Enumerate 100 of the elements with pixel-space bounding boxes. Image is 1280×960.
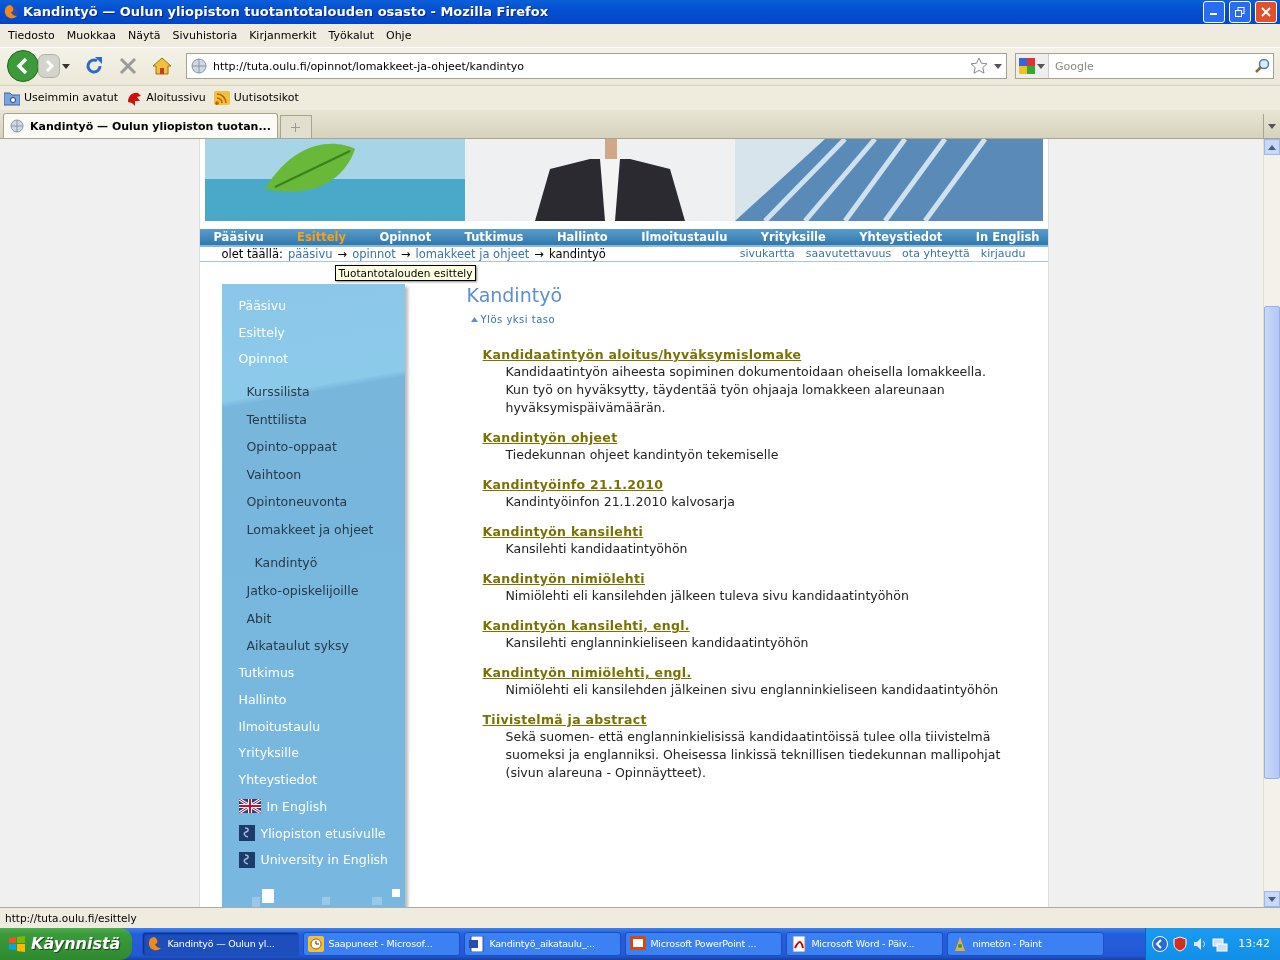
sidebar-link[interactable]: Kurssilista [221, 378, 405, 406]
plus-icon [291, 122, 301, 132]
close-button[interactable] [1255, 0, 1277, 23]
document-description: Nimiölehti eli kansilehden jälkeinen sivu englanninkieliseen kandidaatintyöhön [505, 681, 1000, 699]
menu-item[interactable]: Tiedosto [2, 28, 61, 42]
sidebar-link[interactable]: Lomakkeet ja ohjeet [221, 515, 405, 544]
sidebar-link[interactable]: Tenttilista [221, 405, 405, 434]
firefox-icon [3, 3, 19, 20]
taskbar-button[interactable]: Kandintyö — Oulun yl... [142, 932, 300, 956]
dropdown-icon[interactable] [994, 63, 1002, 69]
nav-link[interactable]: Ilmoitustaulu [641, 230, 728, 245]
breadcrumb-current: kandintyö [548, 247, 606, 261]
minimize-button[interactable] [1203, 0, 1225, 23]
document-description: Nimiölehti eli kansilehden jälkeen tuleva sivu kandidaatintyöhön [505, 587, 910, 605]
breadcrumb-link[interactable]: opinnot [352, 247, 396, 261]
clock-icon [308, 936, 325, 952]
nav-link[interactable]: Hallinto [556, 230, 608, 245]
dropdown-icon[interactable] [62, 63, 70, 69]
firefox-icon [147, 936, 164, 952]
nav-link[interactable]: Yrityksille [760, 230, 826, 245]
nav-link[interactable]: Yhteystiedot [859, 230, 943, 245]
breadcrumb-arrow: → [534, 247, 544, 261]
star-icon[interactable] [970, 57, 988, 76]
dropdown-icon[interactable] [1037, 63, 1045, 69]
tooltip: Tuotantotalouden esittely [334, 265, 477, 281]
scrollbar[interactable] [1263, 139, 1280, 908]
clock: 13:42 [1238, 937, 1270, 951]
taskbar-button[interactable]: Saapuneet - Microsof... [303, 932, 461, 956]
up-arrow-icon [1268, 144, 1276, 150]
sidebar-link[interactable]: Jatko-opiskelijoille [221, 577, 405, 605]
document-link[interactable]: Kandintyön kansilehti [482, 524, 1024, 539]
nav-link[interactable]: In English [975, 230, 1040, 245]
breadcrumb-link[interactable]: lomakkeet ja ohjeet [415, 247, 530, 261]
document-icon [469, 936, 486, 952]
document-link[interactable]: Kandidaatintyön aloitus/hyväksymislomake [482, 347, 1024, 362]
up-triangle-icon [470, 317, 478, 322]
menu-item[interactable]: Ohje [379, 28, 418, 42]
start-button[interactable]: Käynnistä [0, 928, 133, 960]
menu-item[interactable]: Näytä [121, 28, 167, 42]
document-link[interactable]: Kandintyöinfo 21.1.2010 [482, 477, 1024, 492]
university-logo-icon [238, 825, 255, 842]
folder-icon [4, 89, 20, 106]
bookmark[interactable]: Aloitussivu [126, 89, 208, 106]
chevron-icon[interactable] [1152, 936, 1169, 952]
sidebar-link[interactable]: Kandintyö [221, 543, 405, 578]
status-text: http://tuta.oulu.fi/esittely [5, 912, 137, 925]
utility-link[interactable]: kirjaudu [980, 247, 1026, 260]
shield-icon[interactable] [1172, 936, 1189, 952]
search-engine-icon[interactable] [1019, 58, 1035, 75]
document-link[interactable]: Tiivistelmä ja abstract [482, 712, 1024, 727]
nav-link[interactable]: Pääsivu [213, 230, 264, 245]
menu-item[interactable]: Kirjanmerkit [243, 28, 323, 42]
breadcrumb-label: olet täällä: [221, 247, 283, 261]
document-link[interactable]: Kandintyön nimiölehti [482, 571, 1024, 586]
document-link[interactable]: Kandintyön kansilehti, engl. [482, 618, 1024, 633]
utility-link[interactable]: ota yhteyttä [902, 247, 970, 260]
taskbar-button[interactable]: Kandintyö_aikataulu_... [464, 932, 622, 956]
document-description: Kansilehti englanninkieliseen kandidaatintyöhön [505, 634, 810, 652]
search-icon[interactable] [1254, 58, 1270, 75]
sidebar-link[interactable]: Vaihtoon [221, 460, 405, 489]
sidebar-link[interactable]: Aikataulut syksy [221, 632, 405, 660]
sidebar-link[interactable]: Abit [221, 604, 405, 633]
nav-link[interactable]: Tutkimus [464, 230, 524, 245]
page-heading: Kandintyö [466, 284, 563, 308]
menu-item[interactable]: Sivuhistoria [166, 28, 244, 42]
menu-item[interactable]: Muokkaa [60, 28, 122, 42]
sidebar-link[interactable]: Opinto-oppaat [221, 433, 405, 461]
restore-icon [1235, 6, 1245, 17]
stop-icon[interactable] [118, 56, 138, 77]
breadcrumb-link[interactable]: pääsivu [287, 247, 333, 261]
nav-link[interactable]: Opinnot [379, 230, 432, 245]
network-icon[interactable] [1212, 936, 1229, 952]
breadcrumb-arrow: → [337, 247, 348, 261]
taskbar-button[interactable]: nimetön - Paint [947, 932, 1105, 956]
document-description: Sekä suomen- että englanninkielisissä kandidaatintöissä tulee olla tiivistelmä suomeksi ja englanniksi. Oheisessa linkissä teknillisen tiedekunnan mallipohjat (sivun alareuna - Opinnäytteet). [505, 728, 1002, 782]
home-icon[interactable] [152, 56, 172, 77]
dropdown-icon [1268, 123, 1276, 129]
document-link[interactable]: Kandintyön ohjeet [482, 430, 1024, 445]
document-description: Tiedekunnan ohjeet kandintyön tekemiselle [505, 446, 780, 464]
up-link[interactable]: Ylös yksi taso [470, 314, 1024, 325]
back-button[interactable] [6, 49, 40, 84]
close-icon [1261, 6, 1271, 17]
utility-link[interactable]: saavutettavuus [805, 247, 892, 260]
menu-item[interactable]: Työkalut [322, 28, 380, 42]
document-link[interactable]: Kandintyön nimiölehti, engl. [482, 665, 1024, 680]
windows-logo-icon [8, 936, 26, 952]
taskbar-button[interactable]: Microsoft Word - Päiv... [786, 932, 944, 956]
restore-button[interactable] [1229, 0, 1251, 23]
bookmark[interactable]: Uutisotsikot [213, 89, 301, 106]
address-bar[interactable]: http://tuta.oulu.fi/opinnot/lomakkeet-ja-ohjeet/kandintyo [186, 53, 1007, 80]
uk-flag-icon [238, 799, 261, 814]
search-bar[interactable]: Google [1015, 53, 1274, 80]
browser-tab[interactable]: Kandintyö — Oulun yliopiston tuotan... [3, 113, 278, 139]
breadcrumb-arrow: → [400, 247, 411, 261]
taskbar-button[interactable]: Microsoft PowerPoint ... [625, 932, 783, 956]
bookmark[interactable]: Useimmin avatut [4, 89, 121, 106]
pdf-icon [791, 936, 808, 952]
utility-link[interactable]: sivukartta [739, 247, 795, 260]
sidebar-link[interactable]: Opintoneuvonta [221, 488, 405, 516]
document-description: Kandintyöinfon 21.1.2010 kalvosarja [505, 493, 736, 511]
